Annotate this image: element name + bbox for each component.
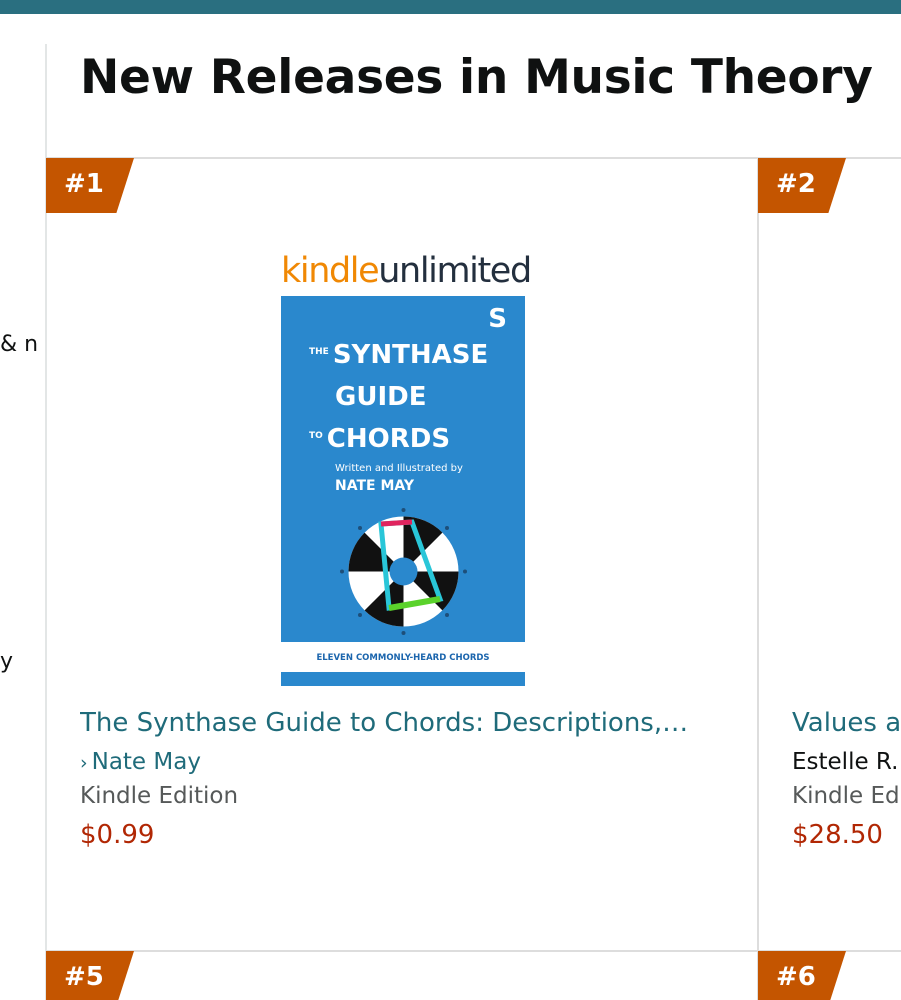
author-name: Estelle R. [792, 749, 899, 775]
product-price: $28.50 [792, 820, 883, 850]
cover-title-word: SYNTHASE [332, 340, 489, 370]
top-header-bar [0, 0, 901, 14]
cover-author: NATE MAY [335, 478, 415, 494]
product-title-link[interactable]: Values a [792, 708, 901, 738]
author-name: Nate May [91, 749, 201, 775]
grid-divider [757, 158, 759, 1000]
sidebar-category-link[interactable]: y [0, 649, 46, 674]
rank-badge: #6 [758, 951, 846, 1000]
cover-title-word: CHORDS [326, 424, 451, 454]
product-title-link[interactable]: The Synthase Guide to Chords: Descriptio… [80, 708, 750, 738]
chord-wheel-illustration [340, 508, 467, 635]
kindle-unlimited-logo: kindleunlimited [281, 251, 532, 291]
chevron-right-icon: › [80, 752, 88, 774]
page-title: New Releases in Music Theory [80, 50, 873, 105]
cover-subtitle: Written and Illustrated by [335, 463, 463, 474]
cover-footer-text: ELEVEN COMMONLY-HEARD CHORDS [281, 642, 525, 672]
kindle-logo-text: kindle [281, 251, 380, 291]
left-category-sidebar: n & y [0, 14, 46, 1000]
sidebar-category-link[interactable]: n & [0, 332, 46, 357]
publisher-logo: S [488, 304, 507, 334]
cover-title-line: THE SYNTHASE [309, 340, 488, 370]
author-link[interactable]: › Nate May [80, 749, 201, 775]
cover-title-line: GUIDE [335, 382, 427, 412]
unlimited-logo-text: unlimited [378, 251, 532, 291]
rank-badge: #5 [46, 951, 134, 1000]
rank-badge: #1 [46, 158, 134, 213]
product-format: Kindle Edition [80, 783, 239, 809]
cover-title-line: TO CHORDS [309, 424, 450, 454]
product-format: Kindle Ed [792, 783, 900, 809]
book-cover-image[interactable]: S THE SYNTHASE GUIDE TO CHORDS Written and… [281, 296, 525, 686]
cover-title-prefix: TO [309, 431, 323, 441]
rank-badge: #2 [758, 158, 846, 213]
cover-title-prefix: THE [309, 347, 329, 357]
product-price: $0.99 [80, 820, 155, 850]
